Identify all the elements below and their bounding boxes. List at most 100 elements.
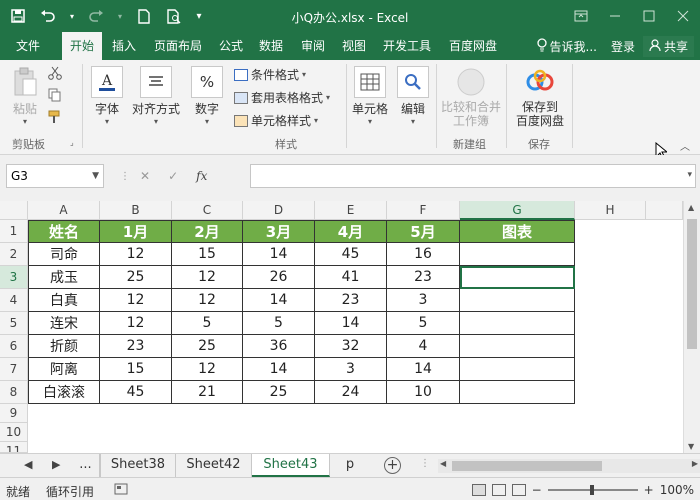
- zoom-slider[interactable]: [547, 485, 638, 495]
- table-cell[interactable]: [460, 243, 575, 266]
- column-header-selected[interactable]: G: [460, 201, 575, 220]
- row-header[interactable]: 6: [0, 335, 28, 358]
- table-cell[interactable]: 23: [387, 266, 460, 289]
- paste-button[interactable]: 粘贴 ▾: [8, 66, 42, 127]
- cells-button[interactable]: 单元格 ▾: [350, 66, 390, 127]
- tab-file[interactable]: 文件: [12, 32, 44, 60]
- row-header[interactable]: 11: [0, 442, 28, 453]
- table-cell[interactable]: [460, 312, 575, 335]
- row-header-selected[interactable]: 3: [0, 266, 28, 289]
- table-cell[interactable]: 15: [100, 358, 172, 381]
- close-icon[interactable]: [666, 0, 700, 32]
- table-cell[interactable]: 45: [100, 381, 172, 404]
- table-cell[interactable]: 14: [243, 289, 315, 312]
- vertical-scroll-thumb[interactable]: [687, 219, 697, 349]
- column-header[interactable]: E: [315, 201, 387, 220]
- clipboard-launcher-icon[interactable]: ⌟: [70, 138, 74, 147]
- scroll-right-icon[interactable]: ▶: [692, 459, 698, 468]
- cut-icon[interactable]: [48, 66, 62, 83]
- table-cell[interactable]: 26: [243, 266, 315, 289]
- table-cell[interactable]: 23: [315, 289, 387, 312]
- table-cell[interactable]: 25: [243, 381, 315, 404]
- page-break-view-icon[interactable]: [511, 484, 526, 496]
- table-cell[interactable]: [460, 358, 575, 381]
- header-cell[interactable]: 图表: [460, 220, 575, 243]
- table-cell[interactable]: 16: [387, 243, 460, 266]
- tab-view[interactable]: 视图: [338, 32, 370, 60]
- save-to-baidu-button[interactable]: 保存到 百度网盘: [512, 66, 568, 128]
- tab-insert[interactable]: 插入: [108, 32, 140, 60]
- row-header[interactable]: 8: [0, 381, 28, 404]
- table-cell[interactable]: 23: [100, 335, 172, 358]
- header-cell[interactable]: 4月: [315, 220, 387, 243]
- table-cell[interactable]: [460, 289, 575, 312]
- normal-view-icon[interactable]: [471, 484, 486, 496]
- row-header[interactable]: 9: [0, 404, 28, 423]
- worksheet-grid[interactable]: A B C D E F G H 1 2 3 4 5 6 7 8 9 10 11 …: [0, 201, 700, 453]
- sheet-tab-active[interactable]: Sheet43: [252, 454, 330, 477]
- compare-merge-button[interactable]: 比较和合并 工作簿: [440, 66, 502, 128]
- minimize-icon[interactable]: [598, 0, 632, 32]
- table-cell[interactable]: 12: [172, 358, 243, 381]
- row-header[interactable]: 4: [0, 289, 28, 312]
- horizontal-scroll-thumb[interactable]: [452, 461, 602, 471]
- table-cell[interactable]: 折颜: [28, 335, 100, 358]
- expand-formula-bar-icon[interactable]: ▾: [687, 170, 692, 180]
- header-cell[interactable]: 3月: [243, 220, 315, 243]
- row-header[interactable]: 2: [0, 243, 28, 266]
- header-cell[interactable]: 5月: [387, 220, 460, 243]
- copy-icon[interactable]: [48, 88, 64, 105]
- maximize-icon[interactable]: [632, 0, 666, 32]
- table-cell[interactable]: [460, 381, 575, 404]
- table-cell[interactable]: 14: [315, 312, 387, 335]
- select-all-corner[interactable]: [0, 201, 28, 220]
- name-box-dropdown-icon[interactable]: ▼: [92, 165, 99, 187]
- page-layout-view-icon[interactable]: [491, 484, 506, 496]
- table-cell[interactable]: 12: [100, 289, 172, 312]
- table-cell[interactable]: 连宋: [28, 312, 100, 335]
- table-cell[interactable]: 成玉: [28, 266, 100, 289]
- alignment-button[interactable]: 对齐方式 ▾: [131, 66, 181, 127]
- format-painter-icon[interactable]: [48, 110, 62, 127]
- header-cell[interactable]: 1月: [100, 220, 172, 243]
- column-header[interactable]: A: [28, 201, 100, 220]
- share-button[interactable]: 共享: [642, 35, 694, 57]
- scroll-left-icon[interactable]: ◀: [440, 459, 446, 468]
- table-cell[interactable]: 14: [387, 358, 460, 381]
- zoom-in-icon[interactable]: +: [644, 483, 654, 497]
- scroll-up-icon[interactable]: ▲: [688, 203, 694, 212]
- table-cell[interactable]: 21: [172, 381, 243, 404]
- tab-review[interactable]: 审阅: [297, 32, 329, 60]
- formula-input[interactable]: [250, 164, 696, 188]
- selected-cell[interactable]: [460, 266, 575, 289]
- table-cell[interactable]: 24: [315, 381, 387, 404]
- table-cell[interactable]: 12: [172, 289, 243, 312]
- table-cell[interactable]: 15: [172, 243, 243, 266]
- number-format-button[interactable]: % 数字 ▾: [190, 66, 224, 127]
- editing-button[interactable]: 编辑 ▾: [396, 66, 430, 127]
- table-cell[interactable]: 12: [100, 312, 172, 335]
- tell-me-search[interactable]: 告诉我...: [550, 38, 597, 55]
- table-cell[interactable]: 41: [315, 266, 387, 289]
- conditional-format-button[interactable]: 条件格式 ▾: [234, 66, 306, 83]
- table-cell[interactable]: 32: [315, 335, 387, 358]
- table-cell[interactable]: 白滚滚: [28, 381, 100, 404]
- cancel-icon[interactable]: ✕: [140, 169, 150, 183]
- next-sheet-icon[interactable]: ▶: [52, 458, 60, 471]
- table-cell[interactable]: 14: [243, 243, 315, 266]
- table-cell[interactable]: 14: [243, 358, 315, 381]
- tab-page-layout[interactable]: 页面布局: [150, 32, 206, 60]
- collapse-ribbon-icon[interactable]: ︿: [680, 138, 690, 153]
- table-cell[interactable]: 5: [387, 312, 460, 335]
- table-cell[interactable]: 5: [243, 312, 315, 335]
- table-cell[interactable]: 5: [172, 312, 243, 335]
- column-header[interactable]: F: [387, 201, 460, 220]
- add-sheet-icon[interactable]: +: [384, 457, 401, 474]
- header-cell[interactable]: 2月: [172, 220, 243, 243]
- table-cell[interactable]: 12: [100, 243, 172, 266]
- cell-styles-button[interactable]: 单元格样式 ▾: [234, 112, 318, 129]
- login-link[interactable]: 登录: [611, 38, 635, 55]
- horizontal-scrollbar[interactable]: ◀ ▶: [438, 459, 700, 473]
- header-cell[interactable]: 姓名: [28, 220, 100, 243]
- zoom-out-icon[interactable]: −: [532, 483, 542, 497]
